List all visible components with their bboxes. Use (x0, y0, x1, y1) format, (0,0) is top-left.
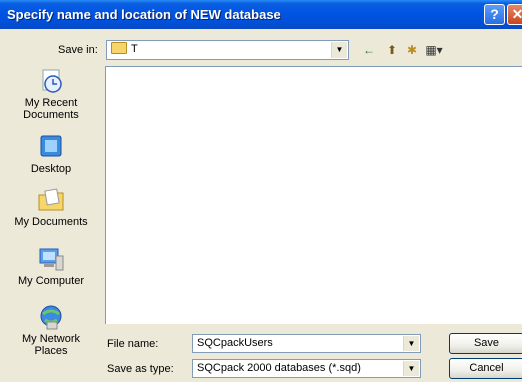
place-recent-documents[interactable]: My Recent Documents (6, 68, 96, 121)
place-desktop[interactable]: Desktop (6, 134, 96, 175)
close-button[interactable]: ✕ (507, 4, 522, 25)
places-bar: My Recent Documents Desktop My Documents (6, 64, 96, 382)
my-computer-icon (39, 248, 64, 271)
place-my-documents[interactable]: My Documents (6, 187, 96, 228)
save-in-value: T (111, 42, 138, 55)
place-my-computer[interactable]: My Computer (6, 246, 96, 287)
chevron-down-icon[interactable]: ▼ (403, 361, 419, 376)
file-list[interactable] (105, 66, 522, 324)
new-folder-icon[interactable]: ✱ (403, 42, 421, 58)
window-title: Specify name and location of NEW databas… (7, 7, 281, 22)
save-as-type-dropdown[interactable]: SQCpack 2000 databases (*.sqd) ▼ (192, 359, 421, 378)
save-in-label: Save in: (58, 44, 98, 56)
network-places-icon (40, 305, 62, 330)
file-name-label: File name: (107, 338, 159, 350)
place-label: My Recent Documents (23, 97, 79, 121)
save-in-dropdown[interactable]: T ▼ (106, 40, 349, 60)
save-as-type-label: Save as type: (107, 363, 174, 375)
place-label: My Computer (17, 275, 85, 287)
file-name-combo[interactable]: SQCpackUsers ▼ (192, 334, 421, 353)
place-label: My Documents (14, 216, 88, 228)
save-as-type-value: SQCpack 2000 databases (*.sqd) (197, 362, 361, 374)
my-documents-icon (38, 188, 64, 211)
save-button[interactable]: Save (449, 333, 522, 354)
place-my-network[interactable]: My Network Places (6, 304, 96, 357)
recent-documents-icon (42, 69, 62, 93)
help-button[interactable]: ? (484, 4, 505, 25)
chevron-down-icon[interactable]: ▼ (331, 42, 347, 58)
desktop-icon (40, 135, 62, 157)
file-name-input[interactable]: SQCpackUsers (197, 337, 273, 349)
save-dialog: Specify name and location of NEW databas… (0, 0, 522, 382)
chevron-down-icon[interactable]: ▼ (403, 336, 419, 351)
up-folder-icon[interactable]: ⬆ (383, 42, 401, 58)
cancel-button[interactable]: Cancel (449, 358, 522, 379)
save-in-folder-name: T (131, 43, 138, 55)
place-label: Desktop (30, 163, 72, 175)
title-bar[interactable]: Specify name and location of NEW databas… (0, 0, 522, 29)
folder-icon (111, 42, 127, 55)
place-label: My Network Places (21, 333, 81, 357)
views-menu-icon[interactable]: ▦▾ (421, 42, 447, 58)
back-icon[interactable]: ← (360, 42, 378, 58)
